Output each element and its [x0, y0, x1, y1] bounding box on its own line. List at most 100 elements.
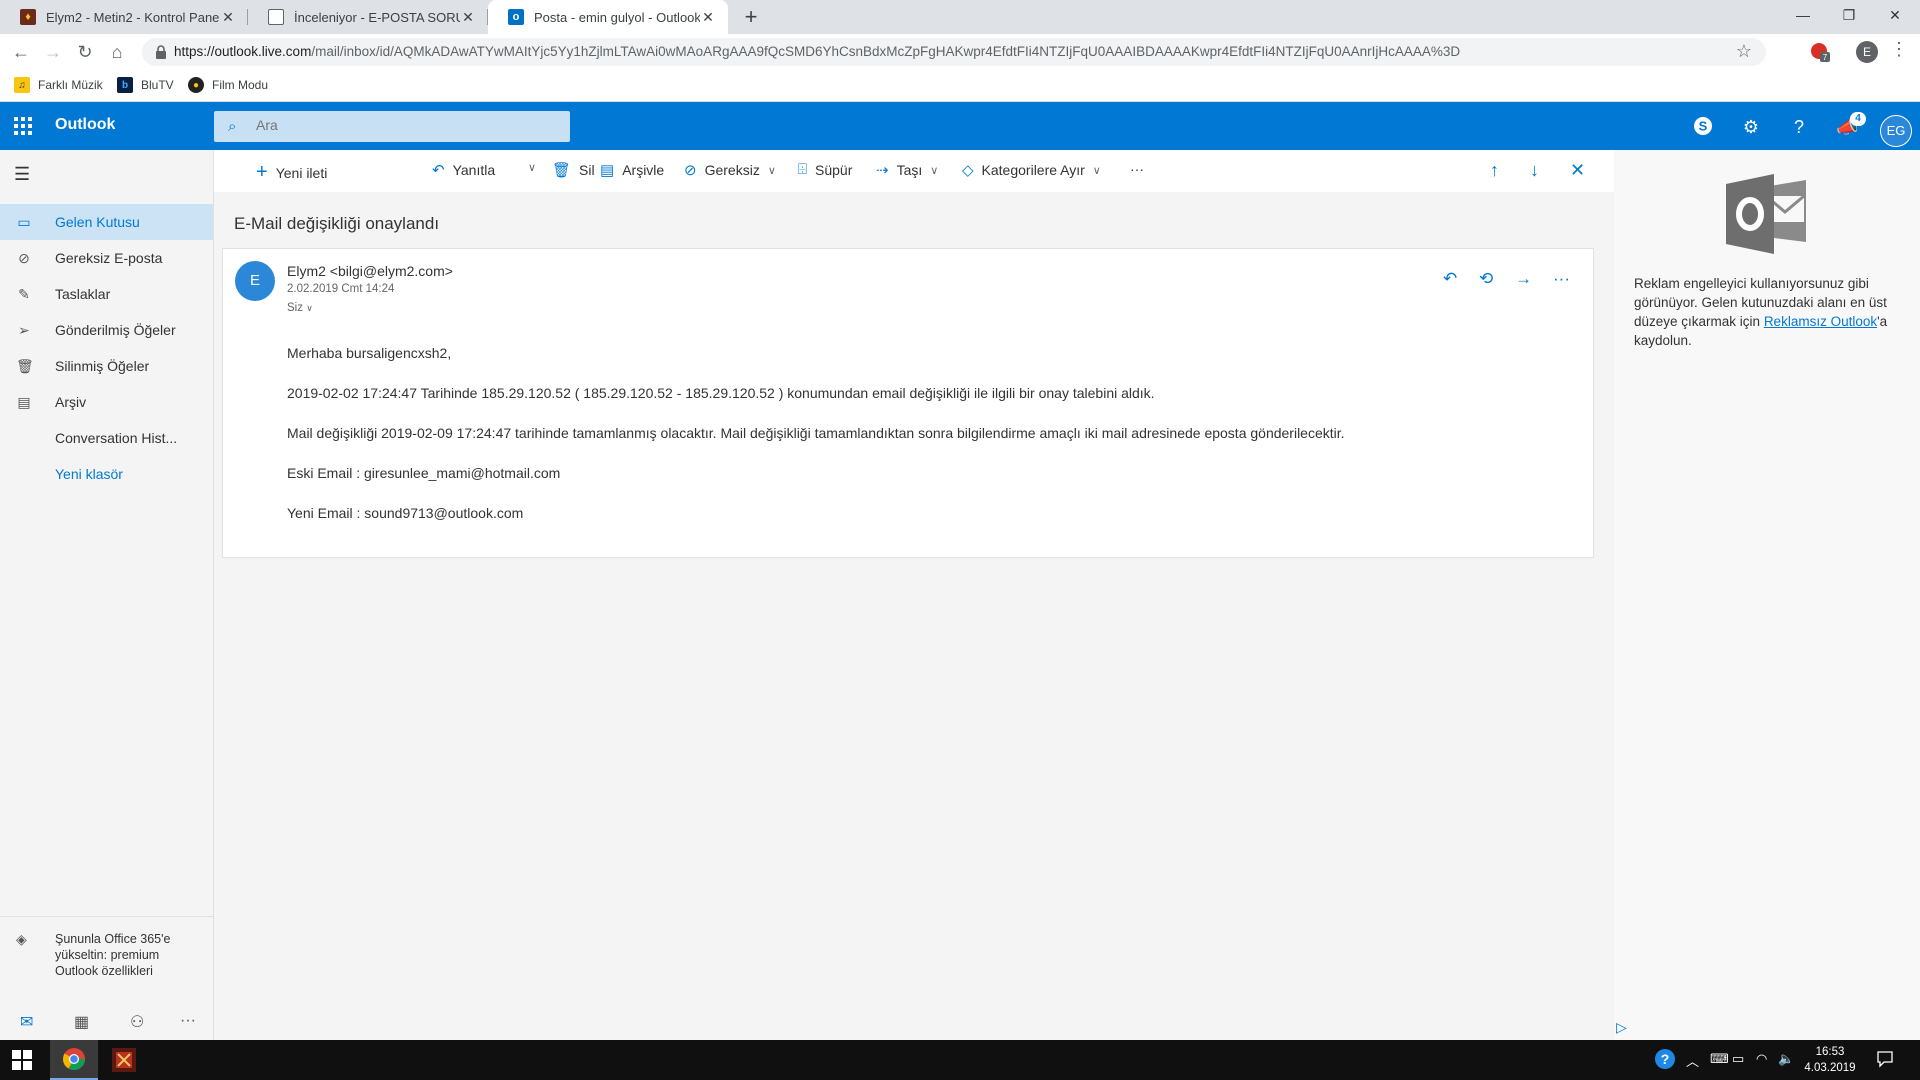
browser-tab[interactable]: İnceleniyor - E-POSTA SORUNU | ✕ [248, 0, 488, 34]
diamond-icon: ◈ [16, 931, 27, 947]
archive-button[interactable]: ▤ Arşivle [600, 161, 664, 179]
search-box[interactable]: ⌕ [214, 111, 570, 142]
close-message-icon[interactable]: ✕ [1570, 160, 1585, 181]
reload-icon[interactable]: ↻ [73, 40, 97, 64]
app-launcher-icon[interactable] [14, 117, 32, 135]
help-icon[interactable]: ? [1788, 116, 1810, 138]
sender-name[interactable]: Elym2 <bilgi@elym2.com> [287, 263, 453, 279]
more-actions-icon[interactable]: ··· [1553, 269, 1570, 289]
new-tab-button[interactable]: + [738, 4, 764, 30]
browser-tab[interactable]: ♦ Elym2 - Metin2 - Kontrol Paneli ✕ [0, 0, 248, 34]
folder-drafts[interactable]: ✎ Taslaklar [0, 276, 213, 312]
junk-icon: ⊘ [684, 162, 697, 179]
categorize-button[interactable]: ◇ Kategorilere Ayır ∨ [962, 161, 1101, 179]
profile-avatar[interactable]: E [1856, 41, 1878, 63]
sender-avatar[interactable]: E [235, 261, 275, 301]
command-bar: + Yeni ileti ↶ Yanıtla ∨ 🗑 Sil ▤ Arşivle… [214, 150, 1614, 192]
close-window-icon[interactable]: ✕ [1872, 0, 1918, 30]
sweep-button[interactable]: ⌹ Süpür [798, 161, 852, 178]
reply-options-dropdown[interactable]: ∨ [520, 161, 536, 174]
svg-text:?: ? [1661, 1051, 1670, 1067]
chrome-menu-icon[interactable]: ⋮ [1890, 39, 1908, 60]
people-icon[interactable]: ⚇ [130, 1012, 144, 1032]
minimize-icon[interactable]: — [1780, 0, 1826, 30]
forward-icon[interactable]: → [1515, 269, 1532, 289]
mail-icon[interactable]: ✉ [20, 1012, 33, 1032]
folder-junk[interactable]: ⊘ Gereksiz E-posta [0, 240, 213, 276]
calendar-icon[interactable]: ▦ [74, 1012, 89, 1032]
bookmark-item[interactable]: ♫ Farklı Müzik [14, 77, 103, 93]
reply-icon: ↶ [432, 162, 445, 179]
system-clock[interactable]: 16:53 4.03.2019 [1800, 1044, 1860, 1076]
home-icon[interactable]: ⌂ [105, 40, 129, 64]
bookmarks-bar: ♫ Farklı Müzik b BluTV ● Film Modu [0, 70, 1920, 102]
junk-button[interactable]: ⊘ Gereksiz ∨ [684, 161, 776, 179]
close-tab-icon[interactable]: ✕ [220, 9, 236, 26]
search-input[interactable] [256, 117, 556, 133]
adchoices-icon[interactable]: ▷ [1616, 1019, 1627, 1036]
message-datetime: 2.02.2019 Cmt 14:24 [287, 283, 395, 295]
folder-conversation-history[interactable]: Conversation Hist... [0, 420, 213, 456]
blutv-bookmark-icon: b [117, 77, 133, 93]
chevron-down-icon: ∨ [1092, 164, 1101, 177]
move-button[interactable]: ⇢ Taşı ∨ [876, 161, 938, 179]
hamburger-menu-icon[interactable]: ☰ [14, 164, 30, 185]
next-message-arrow-down-icon[interactable]: ↓ [1530, 160, 1539, 181]
keyboard-icon[interactable]: ⌨ [1710, 1051, 1729, 1067]
folder-sent[interactable]: ➢ Gönderilmiş Öğeler [0, 312, 213, 348]
chrome-taskbar-button[interactable] [50, 1040, 98, 1080]
battery-icon[interactable]: ▭ [1732, 1051, 1744, 1067]
body-paragraph: Mail değişikliği 2019-02-09 17:24:47 tar… [287, 425, 1345, 441]
forward-icon[interactable]: → [41, 40, 65, 64]
wifi-icon[interactable]: ◠ [1756, 1051, 1767, 1067]
chevron-up-icon[interactable]: ︿ [1686, 1051, 1699, 1070]
back-icon[interactable]: ← [9, 40, 33, 64]
bookmark-star-icon[interactable]: ☆ [1736, 41, 1752, 62]
skype-icon[interactable]: S [1692, 116, 1714, 138]
upgrade-office365-link[interactable]: ◈ Şununla Office 365'e yükseltin: premiu… [0, 916, 213, 988]
action-center-icon[interactable] [1876, 1050, 1894, 1071]
body-paragraph: Merhaba bursaligencxsh2, [287, 345, 452, 361]
send-icon: ➢ [18, 321, 30, 338]
chevron-down-icon: ∨ [528, 162, 537, 174]
message-subject: E-Mail değişikliği onaylandı [234, 214, 440, 233]
ad-free-outlook-link[interactable]: Reklamsız Outlook [1764, 314, 1877, 329]
outlook-brand[interactable]: Outlook [55, 116, 115, 134]
windows-start-icon[interactable] [12, 1050, 32, 1070]
tag-icon: ◇ [962, 162, 974, 179]
reply-icon[interactable]: ↶ [1443, 269, 1457, 289]
close-tab-icon[interactable]: ✕ [700, 9, 716, 26]
user-avatar[interactable]: EG [1880, 115, 1912, 147]
settings-gear-icon[interactable]: ⚙ [1740, 116, 1762, 138]
folder-archive[interactable]: ▤ Arşiv [0, 384, 213, 420]
message-card: E Elym2 <bilgi@elym2.com> 2.02.2019 Cmt … [222, 248, 1594, 558]
browser-tab-active[interactable]: o Posta - emin gulyol - Outlook ✕ [488, 0, 728, 34]
reply-all-icon[interactable]: ⟲ [1479, 269, 1493, 289]
ad-pane: Reklam engelleyici kullanıyorsunuz gibi … [1614, 150, 1920, 1040]
address-bar[interactable]: https://outlook.live.com/mail/inbox/id/A… [142, 38, 1766, 66]
close-tab-icon[interactable]: ✕ [460, 9, 476, 26]
game-icon [112, 1048, 136, 1072]
bookmark-item[interactable]: ● Film Modu [188, 77, 268, 93]
previous-message-arrow-up-icon[interactable]: ↑ [1490, 160, 1499, 181]
music-bookmark-icon: ♫ [14, 77, 30, 93]
recipient-field[interactable]: Siz ∨ [287, 302, 313, 314]
new-folder-link[interactable]: Yeni klasör [0, 456, 213, 492]
more-apps-icon[interactable]: ··· [180, 1012, 196, 1030]
folder-inbox[interactable]: ▭ Gelen Kutusu [0, 204, 213, 240]
volume-icon[interactable]: 🔈 [1778, 1051, 1794, 1067]
extension-icon[interactable]: 7 [1810, 42, 1830, 62]
inbox-icon: ▭ [17, 213, 31, 230]
svg-text:7: 7 [1823, 53, 1828, 62]
search-icon: ⌕ [228, 118, 237, 135]
folder-deleted[interactable]: 🗑 Silinmiş Öğeler [0, 348, 213, 384]
bookmark-item[interactable]: b BluTV [117, 77, 174, 93]
game-taskbar-button[interactable] [100, 1040, 148, 1080]
new-message-button[interactable]: + Yeni ileti [256, 161, 327, 184]
help-tray-icon[interactable]: ? [1654, 1048, 1676, 1073]
chevron-down-icon: ∨ [767, 164, 776, 177]
restore-icon[interactable]: ❐ [1826, 0, 1872, 30]
more-commands-button[interactable]: ··· [1130, 161, 1144, 177]
reply-button[interactable]: ↶ Yanıtla [432, 161, 495, 179]
delete-button[interactable]: 🗑 Sil [552, 161, 595, 179]
